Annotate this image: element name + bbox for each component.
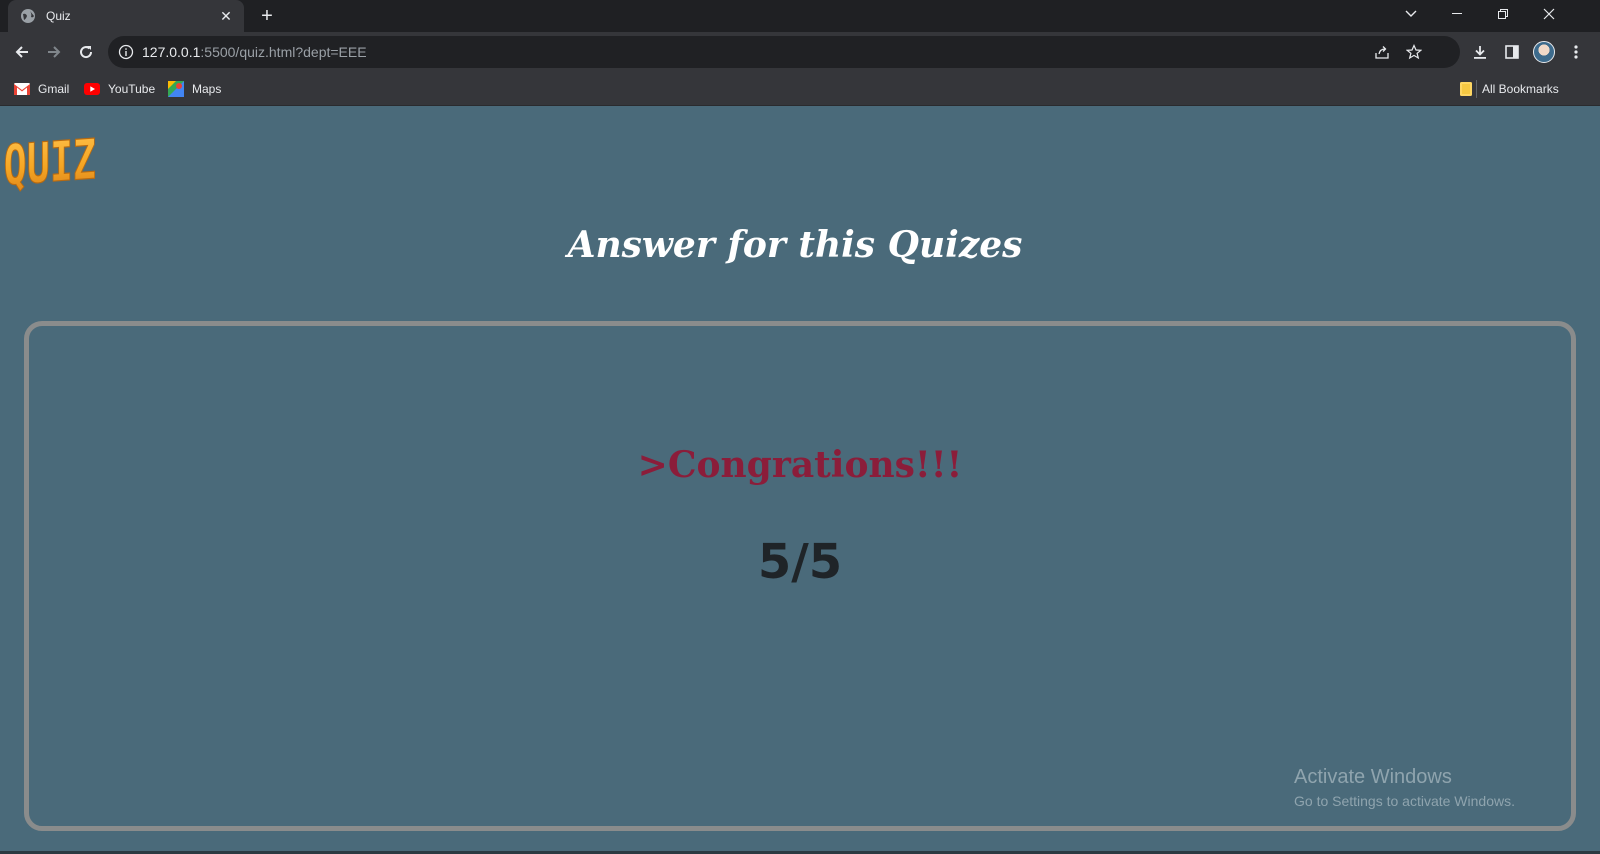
share-icon[interactable] [1372,42,1392,62]
activate-windows-watermark: Activate Windows Go to Settings to activ… [1294,766,1515,809]
bookmark-label: YouTube [108,82,156,96]
restore-icon[interactable] [1480,0,1526,28]
tab-strip: Quiz ✕ + [0,0,1600,32]
new-tab-icon[interactable]: + [256,5,278,27]
close-window-icon[interactable] [1526,0,1572,28]
congrats-message: >Congrations!!! [637,444,963,486]
tab-search-icon[interactable] [1388,0,1434,28]
score-value: 5/5 [757,534,843,590]
side-panel-icon[interactable] [1498,38,1526,66]
gmail-icon [14,82,30,96]
result-card: >Congrations!!! 5/5 [24,321,1576,831]
bookmark-gmail[interactable]: Gmail [14,80,69,98]
reload-icon[interactable] [72,38,100,66]
close-tab-icon[interactable]: ✕ [218,8,234,25]
page-content: QUIZ! Answer for this Quizes >Congration… [0,106,1600,854]
avatar [1533,41,1555,63]
download-icon[interactable] [1466,38,1494,66]
site-info-icon[interactable] [118,44,134,65]
tab-quiz[interactable]: Quiz ✕ [8,0,244,32]
bookmarks-bar: Gmail YouTube Maps All Bookmarks [0,72,1600,106]
url-host: 127.0.0.1 [142,44,201,60]
bookmark-maps[interactable]: Maps [168,80,221,98]
maps-icon [168,81,184,97]
page-title: Answer for this Quizes [567,224,1023,266]
bookmark-star-icon[interactable] [1404,42,1424,62]
watermark-subtitle: Go to Settings to activate Windows. [1294,793,1515,809]
menu-kebab-icon[interactable] [1562,38,1590,66]
bookmark-youtube[interactable]: YouTube [84,80,155,98]
profile-avatar[interactable] [1530,38,1558,66]
forward-arrow-icon[interactable] [40,38,68,66]
watermark-title: Activate Windows [1294,766,1452,788]
address-bar[interactable]: 127.0.0.1:5500/quiz.html?dept=EEE [108,36,1460,68]
bookmark-label: Maps [192,82,222,96]
all-bookmarks-button[interactable]: All Bookmarks [1458,80,1559,98]
back-arrow-icon[interactable] [8,38,36,66]
all-bookmarks-label: All Bookmarks [1482,82,1559,96]
tab-title: Quiz [46,9,71,23]
browser-toolbar: 127.0.0.1:5500/quiz.html?dept=EEE [0,32,1600,72]
globe-icon [20,8,36,24]
folder-icon [1458,82,1474,96]
url-path: :5500/quiz.html?dept=EEE [200,44,367,60]
quiz-logo: QUIZ! [2,112,120,199]
url-text: 127.0.0.1:5500/quiz.html?dept=EEE [142,44,367,60]
bookmark-label: Gmail [38,82,70,96]
minimize-icon[interactable] [1434,0,1480,28]
logo-text: QUIZ! [4,127,96,192]
youtube-icon [84,82,100,96]
